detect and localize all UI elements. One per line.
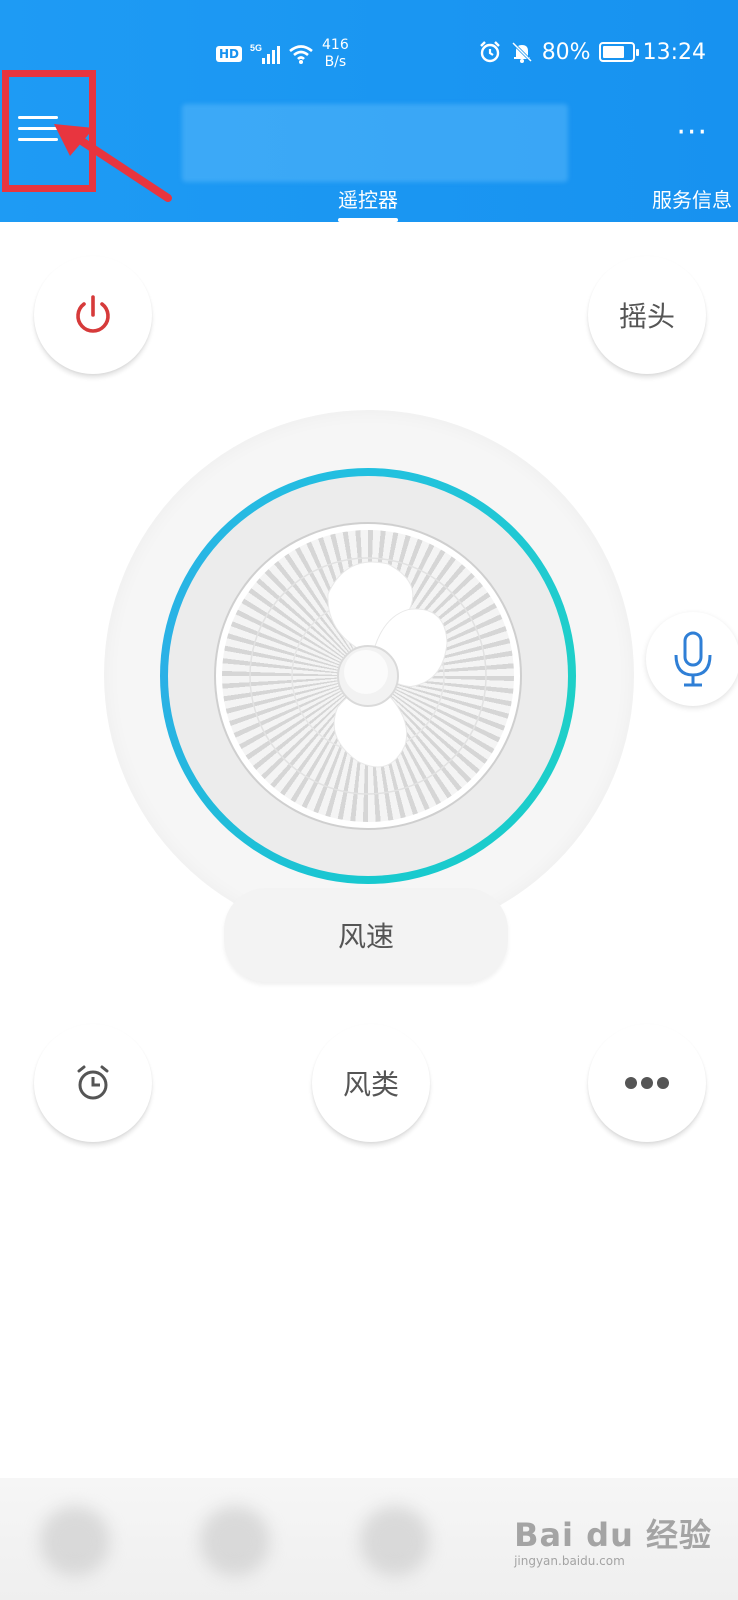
fan-display: 风速 bbox=[100, 410, 640, 990]
alarm-icon bbox=[479, 41, 500, 63]
alarm-clock-icon bbox=[77, 1065, 109, 1100]
timer-button[interactable] bbox=[34, 1024, 152, 1142]
baidu-watermark: Bai du 经验 jingyan.baidu.com bbox=[514, 1510, 712, 1568]
fan-ring bbox=[160, 468, 576, 884]
watermark-main: Bai du 经验 bbox=[514, 1516, 712, 1554]
signal-icon: 5G bbox=[250, 43, 281, 64]
watermark-sub: jingyan.baidu.com bbox=[514, 1554, 625, 1568]
tab-remote[interactable]: 遥控器 bbox=[338, 186, 398, 222]
status-bar: HD 5G 416 B/s 80% 13:24 bbox=[0, 30, 738, 78]
fan-blades-icon bbox=[249, 557, 487, 795]
voice-button[interactable] bbox=[646, 612, 738, 706]
fan-speed-button[interactable]: 风速 bbox=[224, 888, 508, 982]
header-more-icon[interactable]: ··· bbox=[676, 118, 708, 148]
status-right: 80% 13:24 bbox=[478, 34, 706, 70]
battery-percent: 80% bbox=[541, 39, 591, 65]
power-icon bbox=[76, 295, 110, 333]
hd-badge: HD bbox=[216, 46, 243, 62]
power-button[interactable] bbox=[34, 256, 152, 374]
net-speed: 416 B/s bbox=[322, 37, 349, 70]
more-dots-icon bbox=[625, 1077, 669, 1089]
wind-mode-label: 风类 bbox=[342, 1068, 399, 1101]
tab-service-info[interactable]: 服务信息 bbox=[652, 186, 732, 214]
clock: 13:24 bbox=[642, 39, 706, 65]
swing-button[interactable]: 摇头 bbox=[588, 256, 706, 374]
fan-body bbox=[216, 524, 520, 828]
fan-speed-label: 风速 bbox=[337, 920, 394, 953]
app-header: HD 5G 416 B/s 80% 13:24 ··· 遥控器 服务信息 bbox=[0, 0, 738, 222]
swing-label: 摇头 bbox=[618, 300, 675, 333]
wifi-icon bbox=[289, 45, 313, 64]
device-title-blurred bbox=[182, 104, 568, 182]
battery-fill bbox=[602, 46, 625, 58]
annotation-arrow bbox=[54, 124, 172, 202]
mute-bell-icon bbox=[511, 41, 532, 63]
status-left: HD 5G 416 B/s bbox=[216, 36, 349, 72]
more-button[interactable] bbox=[588, 1024, 706, 1142]
svg-text:5G: 5G bbox=[250, 43, 262, 53]
microphone-icon bbox=[674, 631, 712, 687]
wind-mode-button[interactable]: 风类 bbox=[312, 1024, 430, 1142]
battery-icon bbox=[598, 42, 639, 62]
